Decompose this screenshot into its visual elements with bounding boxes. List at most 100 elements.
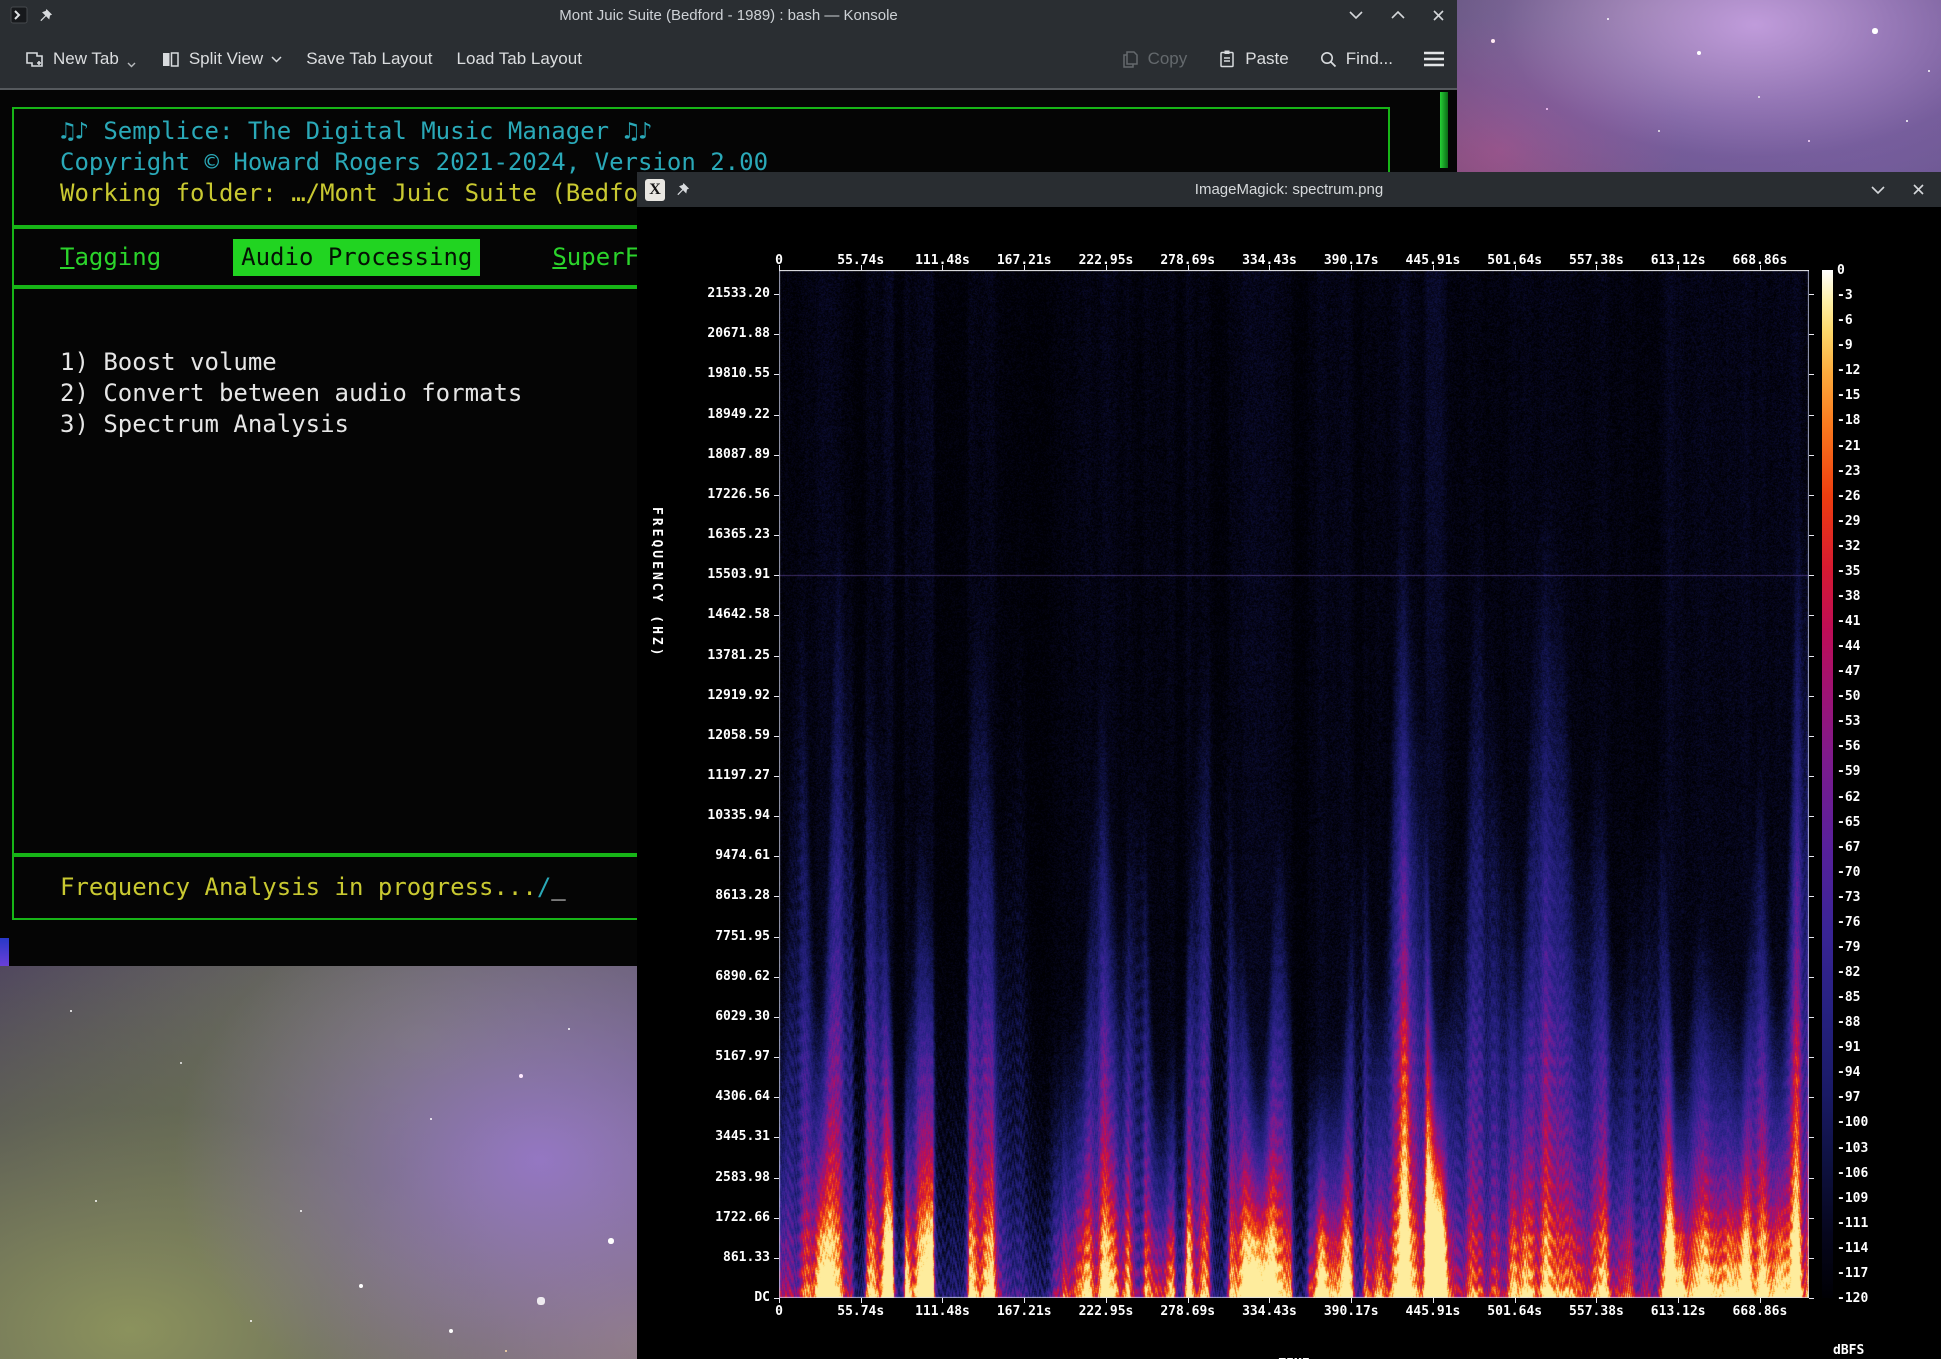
freq-tick [1809, 1137, 1814, 1138]
konsole-toolbar: New Tab Split View Save Tab Layout Load … [0, 30, 1457, 90]
time-tick [1106, 265, 1107, 270]
freq-tick [774, 977, 779, 978]
shade-button[interactable] [1870, 185, 1886, 195]
copy-button[interactable]: Copy [1120, 49, 1188, 69]
freq-tick-label: 6029.30 [637, 1009, 770, 1024]
freq-tick-label: 1722.66 [637, 1210, 770, 1225]
freq-tick [1809, 334, 1814, 335]
freq-tick [1809, 1258, 1814, 1259]
freq-tick [1809, 1298, 1814, 1299]
freq-tick [1809, 856, 1814, 857]
freq-tick [774, 937, 779, 938]
freq-tick-label: 861.33 [637, 1250, 770, 1265]
terminal-header-line: ♫♪ Semplice: The Digital Music Manager ♫… [60, 116, 1388, 147]
freq-tick [1809, 896, 1814, 897]
pin-icon[interactable] [38, 8, 53, 23]
save-tab-layout-button[interactable]: Save Tab Layout [306, 49, 432, 69]
close-button[interactable] [1912, 183, 1925, 196]
time-tick [1351, 1298, 1352, 1303]
save-tab-layout-label: Save Tab Layout [306, 49, 432, 69]
imagemagick-window-title: ImageMagick: spectrum.png [637, 181, 1941, 198]
freq-tick-label: 19810.55 [637, 366, 770, 381]
freq-tick [1809, 1017, 1814, 1018]
freq-tick [1809, 736, 1814, 737]
db-tick-label: -15 [1837, 388, 1860, 403]
imagemagick-titlebar[interactable]: X ImageMagick: spectrum.png [637, 172, 1941, 207]
time-tick [779, 265, 780, 270]
freq-tick [774, 816, 779, 817]
db-tick-label: -85 [1837, 990, 1860, 1005]
freq-tick-label: 14642.58 [637, 607, 770, 622]
freq-tick-label: 5167.97 [637, 1049, 770, 1064]
freq-tick [1809, 1057, 1814, 1058]
db-tick-label: -88 [1837, 1015, 1860, 1030]
time-tick [1351, 265, 1352, 270]
db-tick-label: -53 [1837, 714, 1860, 729]
freq-tick-label: 21533.20 [637, 286, 770, 301]
freq-tick-label: 18087.89 [637, 447, 770, 462]
wallpaper-sliver [0, 938, 9, 966]
freq-tick [774, 374, 779, 375]
db-tick-label: -47 [1837, 664, 1860, 679]
spectrogram-image[interactable]: FREQUENCY (HZ) TIME dBFS CREATED BY LIBA… [637, 207, 1941, 1359]
new-tab-button[interactable]: New Tab [24, 49, 136, 70]
split-view-button[interactable]: Split View [160, 49, 282, 70]
hamburger-menu-button[interactable] [1423, 51, 1445, 67]
freq-tick [1809, 696, 1814, 697]
spectrogram-plot[interactable] [779, 270, 1809, 1298]
find-button[interactable]: Find... [1319, 49, 1393, 69]
paste-button[interactable]: Paste [1217, 49, 1288, 69]
freq-tick [1809, 495, 1814, 496]
terminal-scrollbar[interactable] [1440, 92, 1448, 168]
db-tick-label: -91 [1837, 1040, 1860, 1055]
db-tick-label: -9 [1837, 338, 1853, 353]
konsole-titlebar[interactable]: Mont Juic Suite (Bedford - 1989) : bash … [0, 0, 1457, 30]
freq-tick [774, 656, 779, 657]
copy-icon [1120, 49, 1140, 69]
load-tab-layout-button[interactable]: Load Tab Layout [457, 49, 582, 69]
time-tick-label: 501.64s [1487, 1304, 1542, 1319]
freq-tick [774, 776, 779, 777]
freq-tick-label: 20671.88 [637, 326, 770, 341]
close-button[interactable] [1432, 9, 1445, 22]
freq-tick [1809, 1097, 1814, 1098]
freq-tick [774, 1298, 779, 1299]
pin-icon[interactable] [675, 182, 690, 197]
time-tick-label: 613.12s [1651, 1304, 1706, 1319]
db-tick-label: -97 [1837, 1090, 1860, 1105]
db-tick-label: -109 [1837, 1191, 1868, 1206]
freq-tick [1809, 374, 1814, 375]
paste-label: Paste [1245, 49, 1288, 69]
freq-tick [774, 1258, 779, 1259]
time-tick [861, 1298, 862, 1303]
time-tick [1596, 265, 1597, 270]
freq-tick-label: DC [637, 1290, 770, 1305]
time-tick-label: 55.74s [837, 1304, 884, 1319]
freq-tick [1809, 977, 1814, 978]
time-tick-label: 222.95s [1079, 1304, 1134, 1319]
freq-tick [774, 1057, 779, 1058]
minimize-button[interactable] [1348, 10, 1364, 20]
db-tick-label: -29 [1837, 514, 1860, 529]
db-tick-label: -38 [1837, 589, 1860, 604]
freq-tick [774, 896, 779, 897]
freq-tick-label: 11197.27 [637, 768, 770, 783]
time-tick-label: 111.48s [915, 1304, 970, 1319]
menu-item-audio-processing[interactable]: Audio Processing [233, 239, 480, 276]
maximize-button[interactable] [1390, 10, 1406, 20]
time-tick [1596, 1298, 1597, 1303]
db-tick-label: -114 [1837, 1241, 1868, 1256]
db-tick-label: -3 [1837, 288, 1853, 303]
time-tick [1106, 1298, 1107, 1303]
time-tick [779, 1298, 780, 1303]
db-tick-label: -76 [1837, 915, 1860, 930]
freq-tick [774, 535, 779, 536]
freq-tick-label: 9474.61 [637, 848, 770, 863]
freq-tick [774, 856, 779, 857]
db-tick-label: -62 [1837, 790, 1860, 805]
db-tick-label: -79 [1837, 940, 1860, 955]
time-tick [1024, 265, 1025, 270]
freq-tick [774, 1137, 779, 1138]
menu-item-tagging[interactable]: Tagging [60, 242, 161, 273]
time-tick [942, 1298, 943, 1303]
